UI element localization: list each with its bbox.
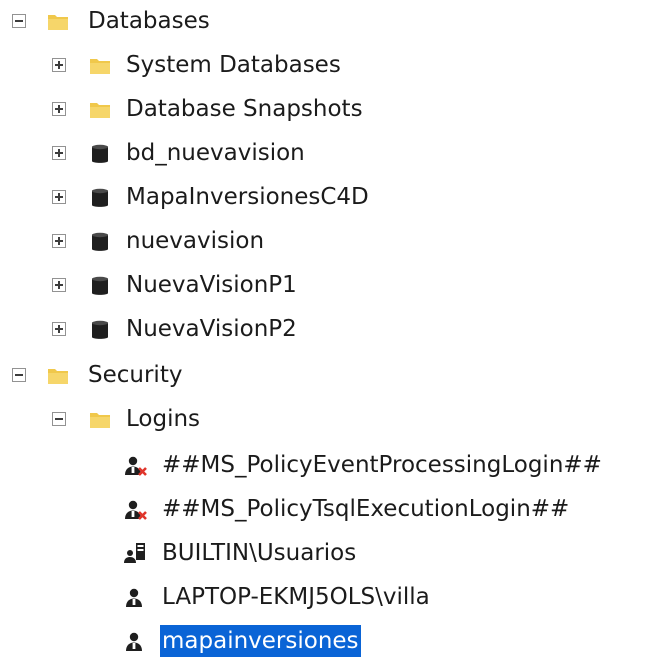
collapse-icon[interactable] xyxy=(12,368,26,382)
tree-node-label: Database Snapshots xyxy=(126,96,363,122)
database-icon xyxy=(88,142,112,166)
database-icon xyxy=(88,274,112,298)
folder-icon xyxy=(46,10,70,34)
user-login-icon xyxy=(124,586,148,610)
disabled-login-icon xyxy=(124,498,148,522)
tree-node-label: bd_nuevavision xyxy=(126,140,305,166)
tree-node-label: NuevaVisionP2 xyxy=(126,316,297,342)
folder-icon xyxy=(88,54,112,78)
database-icon xyxy=(88,318,112,342)
folder-icon xyxy=(46,364,70,388)
tree-node-label: ##MS_PolicyTsqlExecutionLogin## xyxy=(162,496,570,522)
tree-node-label: Logins xyxy=(126,406,201,432)
folder-icon xyxy=(88,408,112,432)
tree-node-label-selected: mapainversiones xyxy=(160,625,361,657)
expand-icon[interactable] xyxy=(52,234,66,248)
tree-node-label: LAPTOP-EKMJ5OLS\villa xyxy=(162,584,430,610)
expand-icon[interactable] xyxy=(52,190,66,204)
expand-icon[interactable] xyxy=(52,278,66,292)
tree-node-label: System Databases xyxy=(126,52,341,78)
tree-node-label: NuevaVisionP1 xyxy=(126,272,297,298)
tree-node-label: Databases xyxy=(88,8,210,34)
tree-node-label: nuevavision xyxy=(126,228,265,254)
object-explorer-tree: Databases System Databases Database Snap… xyxy=(0,0,658,672)
collapse-icon[interactable] xyxy=(12,14,26,28)
expand-icon[interactable] xyxy=(52,102,66,116)
expand-icon[interactable] xyxy=(52,146,66,160)
database-icon xyxy=(88,230,112,254)
disabled-login-icon xyxy=(124,454,148,478)
collapse-icon[interactable] xyxy=(52,412,66,426)
tree-node-label: Security xyxy=(88,362,183,388)
folder-icon xyxy=(88,98,112,122)
tree-node-label: ##MS_PolicyEventProcessingLogin## xyxy=(162,452,602,478)
user-login-icon xyxy=(124,630,148,654)
expand-icon[interactable] xyxy=(52,322,66,336)
database-icon xyxy=(88,186,112,210)
group-login-icon xyxy=(124,542,148,566)
expand-icon[interactable] xyxy=(52,58,66,72)
tree-node-label: MapaInversionesC4D xyxy=(126,184,369,210)
tree-node-label: BUILTIN\Usuarios xyxy=(162,540,357,566)
